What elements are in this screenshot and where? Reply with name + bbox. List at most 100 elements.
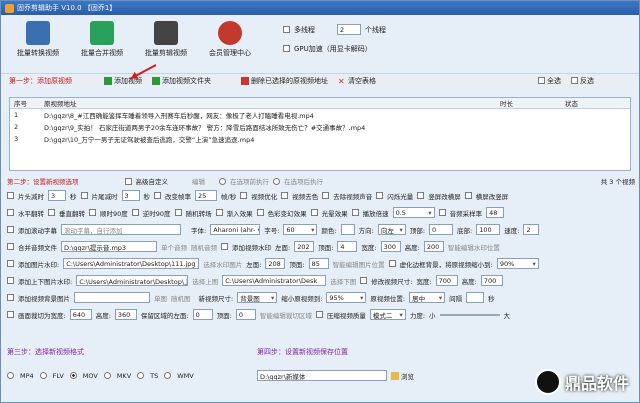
speed-select[interactable]: 0.5 [392,207,435,218]
top-bottom-image-checkbox[interactable] [7,277,14,284]
resize-height-input[interactable]: 700 [480,275,503,286]
save-path-input[interactable]: D:\gqzr\新媒体 [257,370,387,381]
smart-image-button[interactable]: 智能编辑图片位置 [333,259,385,269]
merge-audio-checkbox[interactable] [7,243,14,250]
random-audio-button[interactable]: 随机音频 [191,242,217,252]
wm-left-input[interactable]: 202 [294,241,315,252]
font-select[interactable]: Aharoni (ahr- [210,224,261,235]
edit-button[interactable]: 编辑 [192,176,205,186]
fps-input[interactable]: 25 [195,190,217,201]
format-wmv-radio[interactable] [164,372,172,379]
format-mp4-radio[interactable] [7,372,14,379]
sample-rate-input[interactable]: 48 [486,207,505,218]
bottom-image-input[interactable]: C:\Users\Administrator\Desk [222,275,327,286]
cut-head-checkbox[interactable] [7,192,14,199]
mode-select[interactable]: 模式二 [369,309,406,320]
color-picker[interactable] [340,224,355,235]
top-image-input[interactable]: C:\Users\Administrator\Desktop\上面 [76,275,189,286]
cut-tail-checkbox[interactable] [80,192,88,199]
subtitle-bottom-input[interactable]: 100 [476,224,501,235]
blur-border-checkbox[interactable] [388,260,396,267]
landscape-checkbox[interactable] [464,192,472,199]
fade-checkbox[interactable] [215,209,223,216]
position-select[interactable]: 居中 [409,292,446,303]
advanced-checkbox[interactable] [124,177,132,185]
crop-left-input[interactable]: 0 [192,309,213,320]
vflip-checkbox[interactable] [48,209,55,216]
audio-path-input[interactable]: D:\gqzr\提示音.mp3 [61,241,157,252]
smart-watermark-button[interactable]: 智能编辑水印位置 [448,242,500,252]
flash-checkbox[interactable] [376,192,384,199]
subtitle-input[interactable]: 滚动字幕，自行添加 [61,224,181,235]
decolor-checkbox[interactable] [281,192,289,199]
background-image-checkbox[interactable] [7,294,14,301]
scale-select[interactable]: 95% [326,292,367,303]
table-row[interactable]: 3 D:\gqzr\10_万宁一男子无证驾驶被查后逃跑，交警“上演”急速追逐.mp… [10,133,630,145]
invert-selection-button[interactable]: 反选 [571,76,594,86]
smart-crop-button[interactable]: 智能编辑裁切区域 [260,310,312,320]
table-row[interactable]: 1 D:\gqzr\8_#江西确能鉴挥车睡着领导入刑赛车后秒醒，网友：像极了老人打… [10,109,630,121]
image-watermark-checkbox[interactable] [7,260,14,267]
subtitle-checkbox[interactable] [7,226,14,233]
format-flv-radio[interactable] [39,372,47,379]
crop-checkbox[interactable] [7,311,14,318]
resize-checkbox[interactable] [360,277,368,284]
delete-selected-button[interactable]: 删除已选择的原视频地址 [241,76,328,86]
browse-button[interactable]: 浏览 [391,371,414,381]
direction-select[interactable]: 向左 [377,224,406,235]
random-transition-checkbox[interactable] [174,209,182,216]
power-slider[interactable] [439,313,500,316]
single-image-button[interactable]: 单图 [154,293,167,303]
remove-audio-checkbox[interactable] [322,192,330,199]
subtitle-top-input[interactable]: 0 [429,224,454,235]
gpu-checkbox[interactable] [283,45,290,52]
halo-checkbox[interactable] [310,209,318,216]
speed-checkbox[interactable] [351,209,359,216]
batch-merge-button[interactable]: 批量合并视频 [73,21,131,58]
crop-height-input[interactable]: 360 [114,309,137,320]
hue-checkbox[interactable] [256,209,264,216]
cut-head-input[interactable]: 3 [48,190,66,201]
sample-rate-checkbox[interactable] [438,209,446,216]
thread-count-input[interactable]: 2 [337,24,361,35]
choose-top-button[interactable]: 选择上图 [192,276,218,286]
interval-input[interactable] [466,292,485,303]
wm-top-input[interactable]: 4 [337,241,358,252]
clear-table-button[interactable]: ✕ 清空表格 [338,76,376,86]
before-radio[interactable] [219,177,226,185]
format-mkv-radio[interactable] [103,372,111,379]
select-all-button[interactable]: 全选 [538,76,561,86]
after-radio[interactable] [273,177,280,185]
img-left-input[interactable]: 208 [265,258,286,269]
table-row[interactable]: 2 D:\gqzr\9_实拍！ 石家庄街道两男子20余车连环事故？ 警方：降雪后路… [10,121,630,133]
background-path-input[interactable] [74,292,150,303]
batch-edit-button[interactable]: 批量剪辑视频 [137,21,195,58]
format-ts-radio[interactable] [137,372,145,379]
compress-checkbox[interactable] [315,311,323,318]
image-path-input[interactable]: C:\Users\Administrator\Desktop\111.jpg [63,258,200,269]
portrait-checkbox[interactable] [417,192,425,199]
multithread-checkbox[interactable] [283,26,290,33]
rotate-cw-checkbox[interactable] [89,209,96,216]
blur-scale-select[interactable]: 90% [496,258,539,269]
fps-checkbox[interactable] [154,192,161,199]
video-table[interactable]: 序号 原视频地址 时长 状态 1 D:\gqzr\8_#江西确能鉴挥车睡着领导入刑… [9,97,631,171]
crop-top-input[interactable]: 0 [235,309,256,320]
video-watermark-checkbox[interactable] [221,243,228,250]
format-mov-radio[interactable] [69,372,77,379]
wm-width-input[interactable]: 300 [380,241,401,252]
member-center-button[interactable]: 会员管理中心 [201,21,259,58]
rotate-ccw-checkbox[interactable] [131,209,139,216]
single-audio-button[interactable]: 单个音频 [161,242,187,252]
optimize-checkbox[interactable] [240,192,248,199]
batch-convert-button[interactable]: 批量转换视频 [9,21,67,58]
wm-height-input[interactable]: 200 [423,241,444,252]
hflip-checkbox[interactable] [7,209,14,216]
img-top-input[interactable]: 85 [308,258,329,269]
crop-width-input[interactable]: 640 [69,309,92,320]
font-size-select[interactable]: 60 [283,224,318,235]
cut-tail-input[interactable]: 3 [121,190,140,201]
resize-width-input[interactable]: 700 [435,275,458,286]
random-image-button[interactable]: 随机图 [171,293,191,303]
subtitle-speed-input[interactable]: 2 [523,224,540,235]
